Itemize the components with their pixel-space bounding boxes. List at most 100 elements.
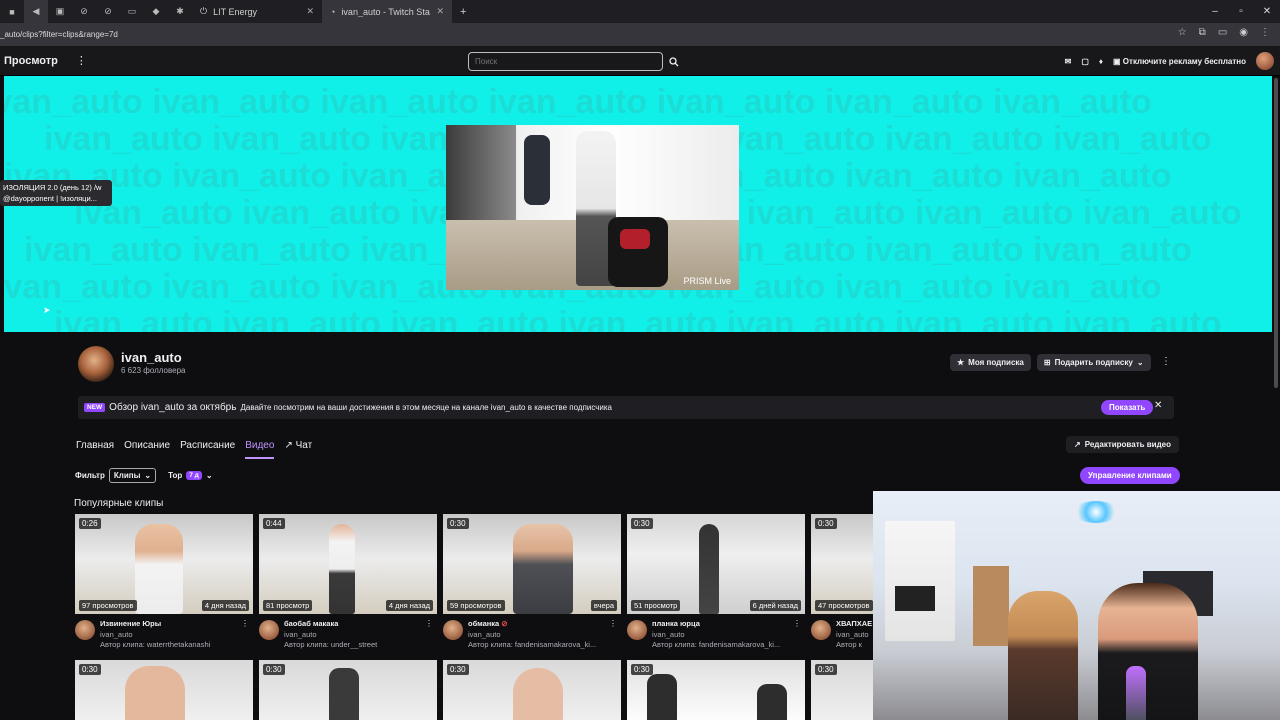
video-window [446, 125, 516, 220]
pinned-tab-twitch-icon[interactable]: ▣ [48, 0, 72, 23]
clip-thumbnail[interactable]: 0:30 [627, 660, 805, 720]
clip-more-icon[interactable]: ⋮ [241, 619, 249, 630]
channel-name[interactable]: ivan_auto [121, 350, 182, 365]
clip-thumbnail[interactable]: 0:30 [443, 660, 621, 720]
clip-meta: Извинение Юры ivan_auto Автор клипа: wat… [75, 614, 253, 656]
clip-card[interactable]: 0:30 47 просмотров ХВАПХАЕ ivan_auto Авт… [811, 514, 878, 656]
clip-channel-avatar[interactable] [811, 620, 831, 640]
video-chair [608, 217, 668, 287]
split-icon[interactable]: ▭ [1218, 27, 1227, 38]
close-icon[interactable]: ✕ [1154, 400, 1162, 411]
ceiling-light [1073, 501, 1119, 523]
clip-card[interactable]: 0:30 59 просмотров вчера обманка ⊘ ivan_… [443, 514, 621, 656]
gift-sub-button[interactable]: ⊞ Подарить подписку ⌄ [1036, 354, 1151, 371]
clip-thumbnail[interactable]: 0:30 47 просмотров [811, 514, 878, 614]
clip-thumbnail[interactable]: 0:26 97 просмотров 4 дня назад [75, 514, 253, 614]
pinned-tab-sound-icon[interactable]: ◀ [24, 0, 48, 23]
clip-thumbnail[interactable]: 0:30 [811, 660, 878, 720]
show-recap-button[interactable]: Показать [1101, 400, 1154, 415]
chevron-down-icon: ⌄ [1136, 358, 1144, 367]
clip-channel[interactable]: ivan_auto [652, 630, 805, 641]
tab-videos[interactable]: Видео [245, 440, 275, 459]
clip-channel[interactable]: ivan_auto [284, 630, 437, 641]
url-text[interactable]: _auto/clips?filter=clips&range=7d [0, 30, 118, 39]
clip-channel[interactable]: ivan_auto [468, 630, 621, 641]
channel-avatar[interactable] [78, 346, 114, 382]
clip-channel[interactable]: ivan_auto [100, 630, 253, 641]
clip-title[interactable]: Извинение Юры [100, 619, 253, 630]
edit-video-button[interactable]: ↗ Редактировать видео [1066, 436, 1179, 453]
clip-thumbnail[interactable]: 0:30 [259, 660, 437, 720]
clip-thumbnail[interactable]: 0:44 81 просмотр 4 дня назад [259, 514, 437, 614]
tab-ivan-auto-stats[interactable]: ◔ ivan_auto - Twitch Stats, Analyt ✕ [322, 0, 452, 23]
ad-free-button[interactable]: ▣ Отключите рекламу бесплатно [1113, 57, 1246, 66]
clip-card[interactable]: 0:30 51 просмотр 6 дней назад планка юрц… [627, 514, 805, 656]
channel-tabs: Главная Описание Расписание Видео ↗ Чат [76, 440, 312, 459]
address-bar[interactable]: _auto/clips?filter=clips&range=7d ☆ ⧉ ▭ … [0, 23, 1280, 46]
clip-channel[interactable]: ivan_auto [836, 630, 878, 641]
clip-more-icon[interactable]: ⋮ [609, 619, 617, 630]
tab-about[interactable]: Описание [124, 440, 170, 459]
browse-link[interactable]: Просмотр [4, 55, 58, 67]
clip-card[interactable]: 0:30 [259, 660, 437, 720]
search-button[interactable] [664, 52, 683, 71]
clip-thumbnail[interactable]: 0:30 [75, 660, 253, 720]
clip-card[interactable]: 0:30 [627, 660, 805, 720]
tab-label: ivan_auto - Twitch Stats, Analyt [341, 6, 430, 17]
maximize-icon[interactable]: ▫ [1228, 0, 1254, 23]
clip-thumbnail[interactable]: 0:30 51 просмотр 6 дней назад [627, 514, 805, 614]
new-tab-button[interactable]: + [452, 0, 474, 23]
clip-title[interactable]: ХВАПХАЕ [836, 619, 878, 630]
tab-lit-energy[interactable]: ⏻ LIT Energy ✕ [192, 0, 322, 23]
url-bar-icons: ☆ ⧉ ▭ ◉ ⋮ [1178, 27, 1270, 38]
inbox-icon[interactable]: ✉ [1065, 57, 1072, 66]
clip-title[interactable]: обманка ⊘ [468, 619, 621, 630]
pinned-tab-icon-2[interactable]: ⊘ [96, 0, 120, 23]
bookmark-star-icon[interactable]: ☆ [1178, 27, 1187, 38]
clip-channel-avatar[interactable] [443, 620, 463, 640]
clip-card[interactable]: 0:30 [75, 660, 253, 720]
clip-channel-avatar[interactable] [627, 620, 647, 640]
tab-home[interactable]: Главная [76, 440, 114, 459]
close-tab-icon[interactable]: ✕ [436, 6, 444, 17]
close-tab-icon[interactable]: ✕ [306, 6, 314, 17]
minimize-icon[interactable]: – [1202, 0, 1228, 23]
clip-more-icon[interactable]: ⋮ [425, 619, 433, 630]
pinned-tab-icon-4[interactable]: ◆ [144, 0, 168, 23]
clip-title[interactable]: планка юрца [652, 619, 805, 630]
clip-channel-avatar[interactable] [259, 620, 279, 640]
user-avatar[interactable] [1256, 52, 1274, 70]
clip-channel-avatar[interactable] [75, 620, 95, 640]
clip-card[interactable]: 0:44 81 просмотр 4 дня назад баобаб мака… [259, 514, 437, 656]
clip-thumbnail[interactable]: 0:30 59 просмотров вчера [443, 514, 621, 614]
page-scrollbar[interactable] [1274, 78, 1278, 388]
clip-more-icon[interactable]: ⋮ [793, 619, 801, 630]
clip-age: 4 дня назад [385, 600, 433, 611]
close-window-icon[interactable]: ✕ [1254, 0, 1280, 23]
manage-clips-button[interactable]: Управление клипами [1080, 467, 1180, 484]
tab-schedule[interactable]: Расписание [180, 440, 235, 459]
clip-title[interactable]: баобаб макака [284, 619, 437, 630]
channel-more-icon[interactable]: ⋮ [1161, 356, 1171, 367]
clip-card[interactable]: 0:30 [811, 660, 878, 720]
pinned-tab-icon-5[interactable]: ✱ [168, 0, 192, 23]
profile-icon[interactable]: ◉ [1239, 27, 1248, 38]
clip-card[interactable]: 0:30 [443, 660, 621, 720]
stream-video-player[interactable]: PRISM Live [446, 125, 739, 290]
pinned-tab-icon-1[interactable]: ⊘ [72, 0, 96, 23]
chevron-down-icon[interactable]: ⌄ [206, 471, 213, 480]
menu-icon[interactable]: ⋮ [1260, 27, 1270, 38]
pinned-tab-icon-3[interactable]: ▭ [120, 0, 144, 23]
whispers-icon[interactable]: ▢ [1081, 57, 1089, 66]
clip-duration: 0:30 [631, 664, 653, 675]
clip-card[interactable]: 0:26 97 просмотров 4 дня назад Извинение… [75, 514, 253, 656]
filter-dropdown[interactable]: Клипы ⌄ [108, 468, 157, 483]
browser-menu-icon[interactable]: ■ [0, 0, 24, 23]
range-dropdown[interactable]: 7 д [186, 471, 202, 480]
search-input[interactable] [468, 52, 663, 71]
more-menu-icon[interactable]: ⋮ [76, 54, 87, 67]
tab-chat[interactable]: ↗ Чат [284, 440, 312, 459]
my-subscription-button[interactable]: ★ Моя подписка [950, 354, 1031, 371]
crown-icon[interactable]: ♦ [1099, 57, 1103, 66]
extensions-icon[interactable]: ⧉ [1199, 27, 1206, 38]
